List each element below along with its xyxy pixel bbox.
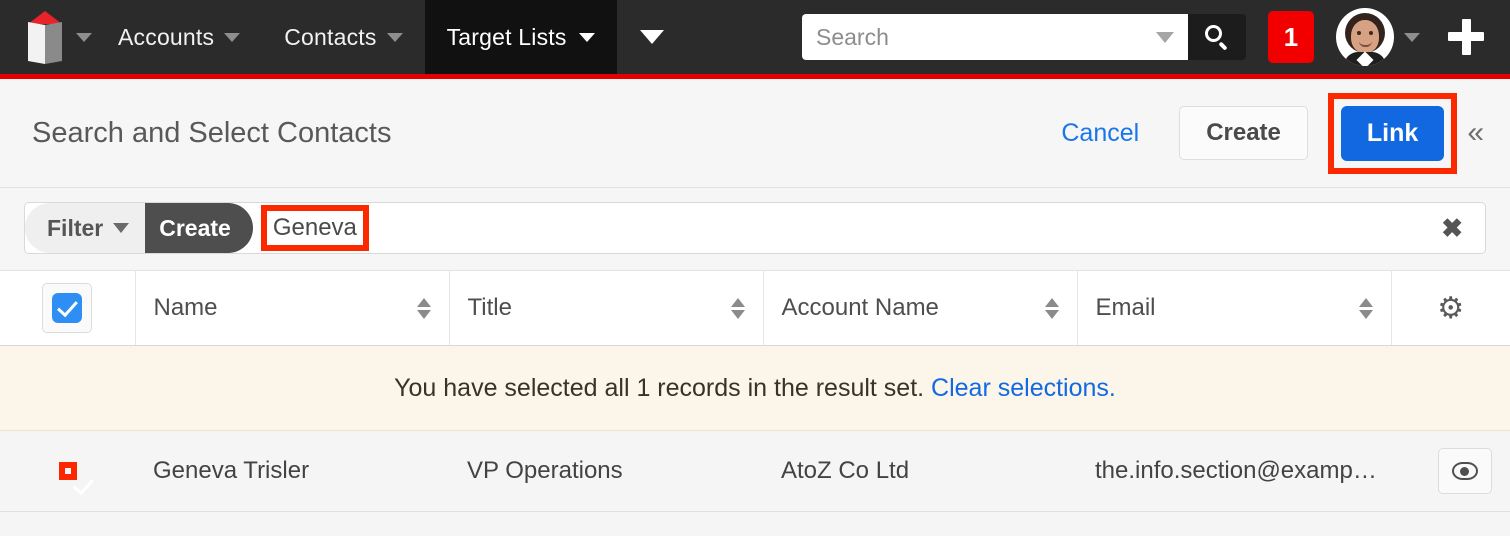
nav-tab-contacts-label: Contacts <box>284 23 377 50</box>
search-caret-down-icon[interactable] <box>1156 31 1174 43</box>
filter-create-button[interactable]: Create <box>145 203 253 253</box>
quick-create-plus-icon[interactable] <box>1446 17 1486 57</box>
cell-name[interactable]: Geneva Trisler <box>135 430 449 512</box>
avatar-eye-right <box>1369 31 1373 35</box>
nav-tab-accounts-caret-down-icon[interactable] <box>224 32 241 42</box>
sort-arrows-name-icon[interactable] <box>416 297 431 319</box>
filter-zone: Filter Create Geneva ✖ <box>0 188 1510 270</box>
notification-badge[interactable]: 1 <box>1268 11 1314 63</box>
eye-icon <box>1452 462 1478 480</box>
column-header-name-label: Name <box>153 294 218 321</box>
magnifier-icon <box>1205 25 1229 51</box>
sort-arrows-account-name-icon[interactable] <box>1044 297 1059 319</box>
contacts-result-table: Name Title Account Name Email ⚙ You have… <box>0 270 1510 512</box>
search-term-value[interactable]: Geneva <box>273 214 357 241</box>
select-all-checkbox[interactable] <box>42 283 93 333</box>
top-navbar: Accounts Contacts Target Lists Search 1 <box>0 0 1510 79</box>
page-title: Search and Select Contacts <box>32 116 392 149</box>
cell-title: VP Operations <box>449 430 763 512</box>
table-header: Name Title Account Name Email ⚙ <box>0 270 1510 346</box>
page-header: Search and Select Contacts Cancel Create… <box>0 79 1510 188</box>
nav-tab-accounts[interactable]: Accounts <box>96 0 262 74</box>
search-submit-button[interactable] <box>1188 14 1246 60</box>
logo-right-face <box>45 22 62 64</box>
table-body: You have selected all 1 records in the r… <box>0 345 1510 512</box>
filter-label: Filter <box>47 214 104 241</box>
row-select-cell <box>0 430 135 512</box>
notification-count: 1 <box>1283 21 1299 52</box>
checkmark-icon <box>52 293 83 323</box>
filter-dropdown-button[interactable]: Filter <box>25 203 146 253</box>
cell-email[interactable]: the.info.section@examp… <box>1077 430 1391 512</box>
chevron-down-icon <box>639 30 664 44</box>
link-button[interactable]: Link <box>1340 105 1445 161</box>
search-term-wrapper: Geneva <box>260 205 369 251</box>
header-actions: Cancel Create Link « <box>1047 92 1510 174</box>
sort-arrows-title-icon[interactable] <box>730 297 745 319</box>
logo-area[interactable] <box>0 0 96 74</box>
filter-search-bar[interactable]: Filter Create Geneva ✖ <box>24 202 1486 254</box>
global-search-group: Search <box>802 14 1246 60</box>
nav-tab-target-lists-caret-down-icon[interactable] <box>578 32 595 42</box>
column-header-account-name[interactable]: Account Name <box>763 270 1078 346</box>
row-checkbox-wrapper <box>58 462 77 480</box>
column-header-email-label: Email <box>1095 294 1156 321</box>
create-button[interactable]: Create <box>1179 106 1308 160</box>
cancel-button[interactable]: Cancel <box>1047 119 1153 148</box>
sort-arrows-email-icon[interactable] <box>1358 297 1373 319</box>
column-settings-header-cell: ⚙ <box>1391 270 1510 346</box>
column-header-title-label: Title <box>467 294 512 321</box>
logo-caret-down-icon[interactable] <box>76 32 92 42</box>
column-header-email[interactable]: Email <box>1077 270 1392 346</box>
selection-banner-row: You have selected all 1 records in the r… <box>0 345 1510 431</box>
preview-record-button[interactable] <box>1438 448 1492 494</box>
nav-tab-target-lists[interactable]: Target Lists <box>424 0 617 74</box>
search-input-placeholder[interactable]: Search <box>816 24 1156 51</box>
annotation-box-row-checkbox <box>58 462 77 480</box>
collapse-panel-icon[interactable]: « <box>1467 116 1484 150</box>
column-header-account-name-label: Account Name <box>781 294 939 321</box>
clear-selections-link[interactable]: Clear selections. <box>931 374 1116 402</box>
selection-banner-cell: You have selected all 1 records in the r… <box>0 345 1510 431</box>
user-avatar[interactable] <box>1336 8 1394 66</box>
filter-caret-down-icon <box>113 223 130 233</box>
selection-banner-text: You have selected all 1 records in the r… <box>394 373 925 402</box>
gear-icon[interactable]: ⚙ <box>1410 291 1493 326</box>
more-modules-button[interactable] <box>617 0 687 74</box>
column-header-title[interactable]: Title <box>449 270 764 346</box>
sugar-cube-logo[interactable] <box>24 11 66 64</box>
navbar-spacer <box>687 0 802 74</box>
cell-preview <box>1391 430 1510 512</box>
nav-tab-contacts[interactable]: Contacts <box>262 0 424 74</box>
table-header-row: Name Title Account Name Email ⚙ <box>0 270 1510 346</box>
nav-tab-accounts-label: Accounts <box>118 23 215 50</box>
global-search-box[interactable]: Search <box>802 14 1188 60</box>
clear-search-icon[interactable]: ✖ <box>1441 213 1463 244</box>
select-all-header-cell <box>0 270 136 346</box>
column-header-name[interactable]: Name <box>135 270 450 346</box>
avatar-eye-left <box>1357 31 1361 35</box>
nav-tab-contacts-caret-down-icon[interactable] <box>386 32 403 42</box>
link-button-wrapper: Link <box>1327 92 1458 174</box>
table-row[interactable]: Geneva Trisler VP Operations AtoZ Co Ltd… <box>0 430 1510 512</box>
logo-left-face <box>28 22 45 64</box>
cell-account-name[interactable]: AtoZ Co Ltd <box>763 430 1077 512</box>
avatar-face <box>1351 20 1379 53</box>
user-menu-caret-down-icon[interactable] <box>1404 32 1420 42</box>
nav-tab-target-lists-label: Target Lists <box>446 23 567 50</box>
